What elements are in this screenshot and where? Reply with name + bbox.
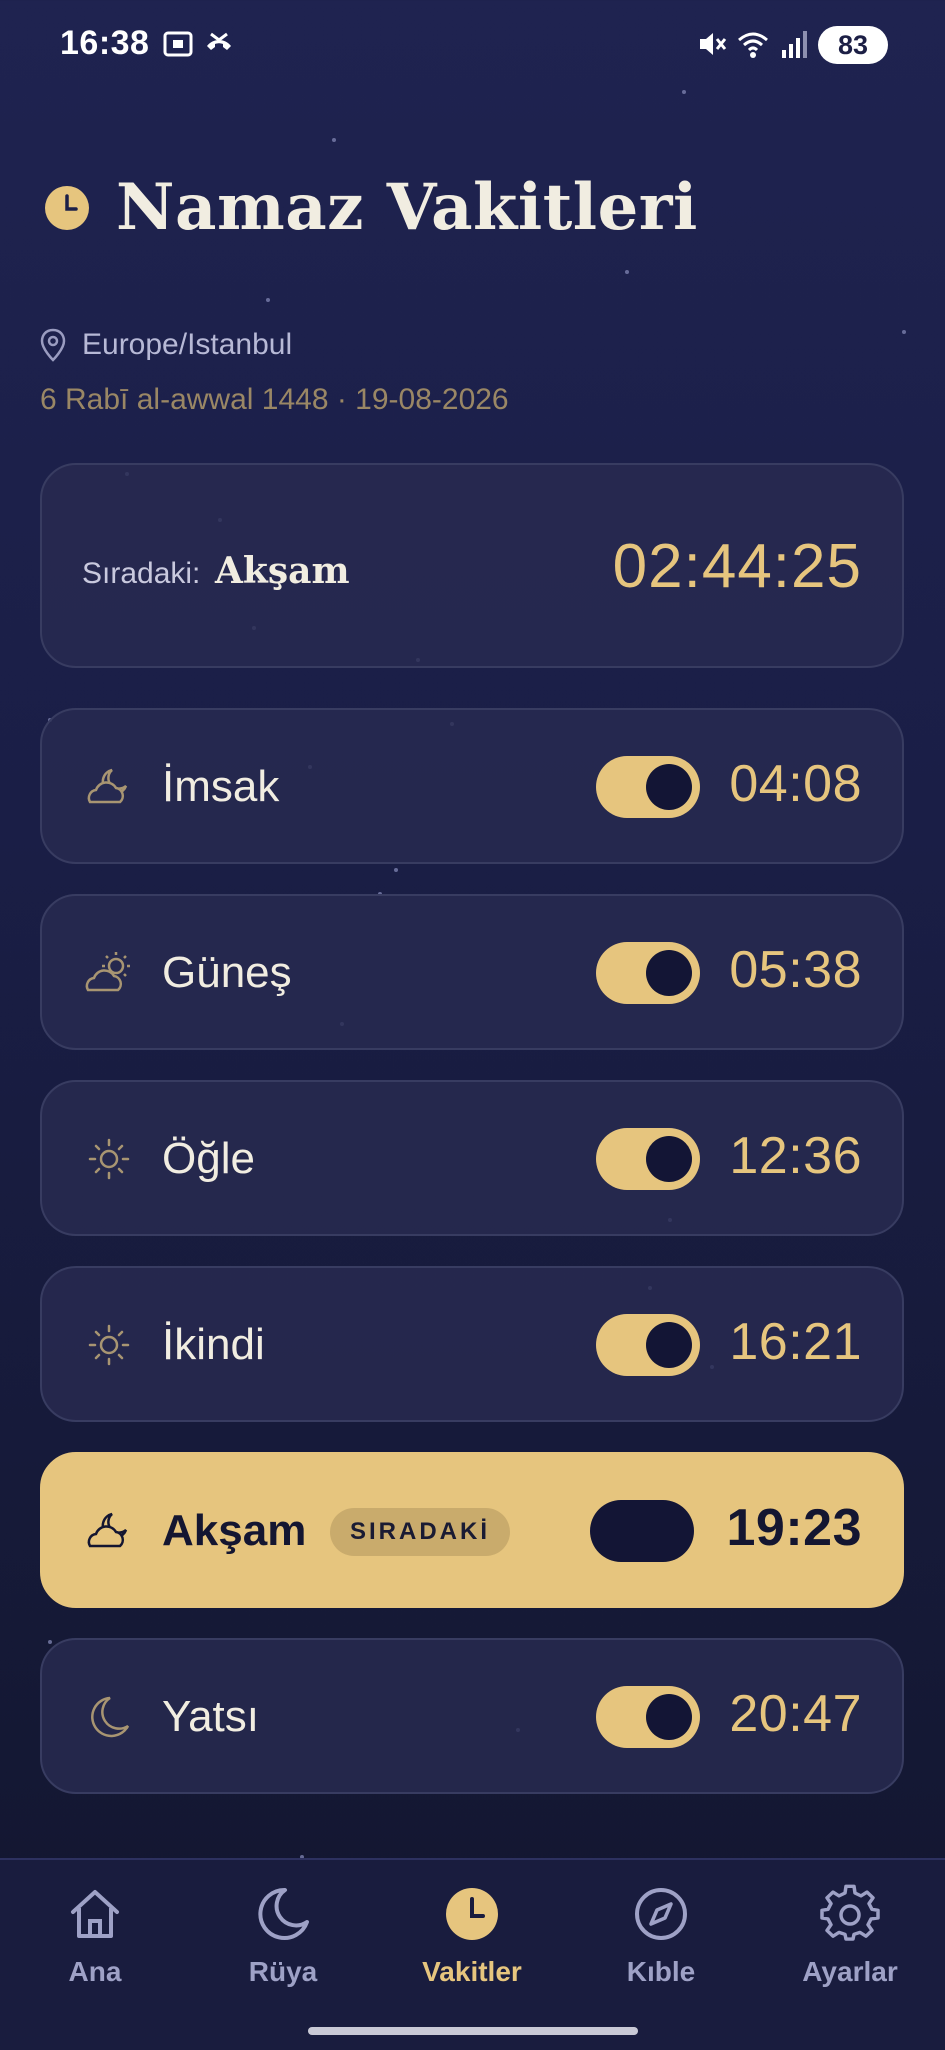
screen-record-icon: [163, 31, 193, 57]
moon-icon: [258, 1887, 309, 1940]
missed-call-icon: [207, 32, 231, 50]
prayer-name: Yatsı: [162, 1692, 260, 1741]
notification-toggle[interactable]: [596, 942, 700, 1004]
toggle-knob: [646, 1694, 692, 1740]
notification-toggle[interactable]: [596, 1128, 700, 1190]
bottom-navigation: Ana Rüya Vakitler Kıble Ayarlar: [0, 1858, 945, 2050]
prayer-time: 16:21: [729, 1313, 862, 1371]
prayer-name: İkindi: [162, 1320, 265, 1369]
prayer-name: Öğle: [162, 1134, 255, 1183]
home-icon: [71, 1890, 119, 1938]
next-prayer-card: Sıradaki: Akşam 02:44:25: [40, 463, 904, 668]
location-text: Europe/Istanbul: [82, 328, 293, 361]
prayer-time: 05:38: [729, 941, 862, 999]
next-badge: SIRADAKİ: [330, 1508, 511, 1556]
prayer-row-ogle: Öğle 12:36: [40, 1080, 904, 1236]
prayer-name: İmsak: [162, 762, 280, 811]
toggle-knob: [646, 1322, 692, 1368]
nav-item-ana[interactable]: Ana: [20, 1884, 170, 1988]
prayer-time: 19:23: [726, 1499, 862, 1557]
prayer-time: 04:08: [729, 755, 862, 813]
prayer-row-ikindi: İkindi 16:21: [40, 1266, 904, 1422]
status-bar: 16:38 83: [0, 0, 945, 92]
sun-icon: [88, 1138, 130, 1180]
clock-icon: [45, 185, 89, 230]
next-prayer-name: Akşam: [215, 550, 350, 592]
sun-icon: [88, 1324, 130, 1366]
prayer-time: 20:47: [729, 1685, 862, 1743]
location-row: Europe/Istanbul: [40, 328, 292, 362]
nav-item-ruya[interactable]: Rüya: [208, 1884, 358, 1988]
nav-label: Ana: [68, 1956, 122, 1987]
nav-label: Ayarlar: [802, 1956, 898, 1987]
battery-indicator: 83: [818, 26, 888, 64]
page-header: Namaz Vakitleri: [44, 170, 698, 245]
notification-toggle[interactable]: [590, 1500, 694, 1562]
next-prayer-countdown: 02:44:25: [612, 532, 862, 601]
battery-level: 83: [837, 29, 869, 60]
hijri-gregorian-date: 6 Rabī al-awwal 1448 · 19-08-2026: [40, 383, 509, 416]
page-title: Namaz Vakitleri: [116, 170, 698, 245]
cloud-moon-icon: [87, 768, 128, 804]
home-indicator[interactable]: [308, 2027, 638, 2035]
prayer-row-imsak: İmsak 04:08: [40, 708, 904, 864]
prayer-name: Güneş: [162, 948, 292, 997]
nav-label: Rüya: [248, 1956, 318, 1987]
wifi-icon: [738, 32, 768, 58]
nav-label: Kıble: [626, 1956, 696, 1987]
cloud-moon-icon: [87, 1512, 128, 1548]
prayer-row-yatsi: Yatsı 20:47: [40, 1638, 904, 1794]
nav-label: Vakitler: [422, 1956, 522, 1987]
toggle-knob: [646, 764, 692, 810]
toggle-knob: [646, 1136, 692, 1182]
compass-icon: [635, 1888, 687, 1940]
next-prayer-label: Sıradaki:: [82, 557, 201, 590]
signal-icon: [782, 31, 807, 58]
notification-toggle[interactable]: [596, 756, 700, 818]
status-time: 16:38: [60, 24, 150, 62]
cloud-sun-icon: [85, 952, 130, 992]
gear-icon: [820, 1884, 880, 1941]
prayer-time: 12:36: [729, 1127, 862, 1185]
prayer-row-gunes: Güneş 05:38: [40, 894, 904, 1050]
nav-item-kible[interactable]: Kıble: [586, 1884, 736, 1988]
mute-icon: [700, 33, 727, 55]
nav-item-ayarlar[interactable]: Ayarlar: [775, 1884, 925, 1988]
notification-toggle[interactable]: [596, 1314, 700, 1376]
prayer-name: Akşam: [162, 1506, 307, 1555]
toggle-knob: [646, 950, 692, 996]
location-pin-icon: [40, 328, 66, 362]
clock-icon: [446, 1888, 498, 1940]
moon-icon: [91, 1696, 130, 1738]
notification-toggle[interactable]: [596, 1686, 700, 1748]
prayer-row-aksam: Akşam SIRADAKİ 19:23: [40, 1452, 904, 1608]
nav-item-vakitler[interactable]: Vakitler: [397, 1884, 547, 1988]
